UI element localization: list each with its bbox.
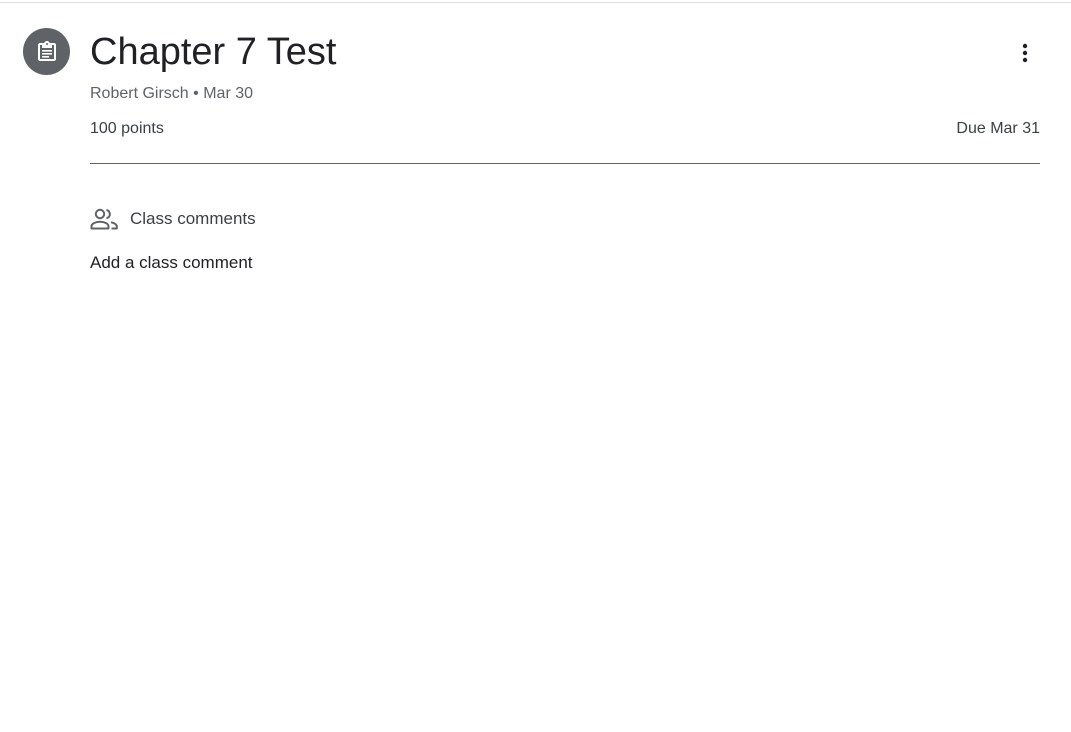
posted-date: Mar 30 xyxy=(203,85,254,102)
add-class-comment-link[interactable]: Add a class comment xyxy=(90,253,253,273)
author-name: Robert Girsch xyxy=(90,85,189,102)
assignment-meta: Robert Girsch • Mar 30 xyxy=(90,84,253,104)
top-border xyxy=(0,2,1071,3)
people-icon xyxy=(90,207,119,231)
class-comments-header: Class comments xyxy=(90,206,256,232)
class-comments-label: Class comments xyxy=(130,209,256,228)
meta-separator: • xyxy=(193,85,199,102)
assignment-icon xyxy=(23,28,70,75)
more-options-button[interactable] xyxy=(1005,33,1045,73)
assignment-title: Chapter 7 Test xyxy=(90,31,337,73)
more-vert-icon xyxy=(1022,43,1028,63)
due-date: Due Mar 31 xyxy=(956,120,1040,137)
section-divider xyxy=(90,163,1040,164)
points-value: 100 points xyxy=(90,120,164,137)
